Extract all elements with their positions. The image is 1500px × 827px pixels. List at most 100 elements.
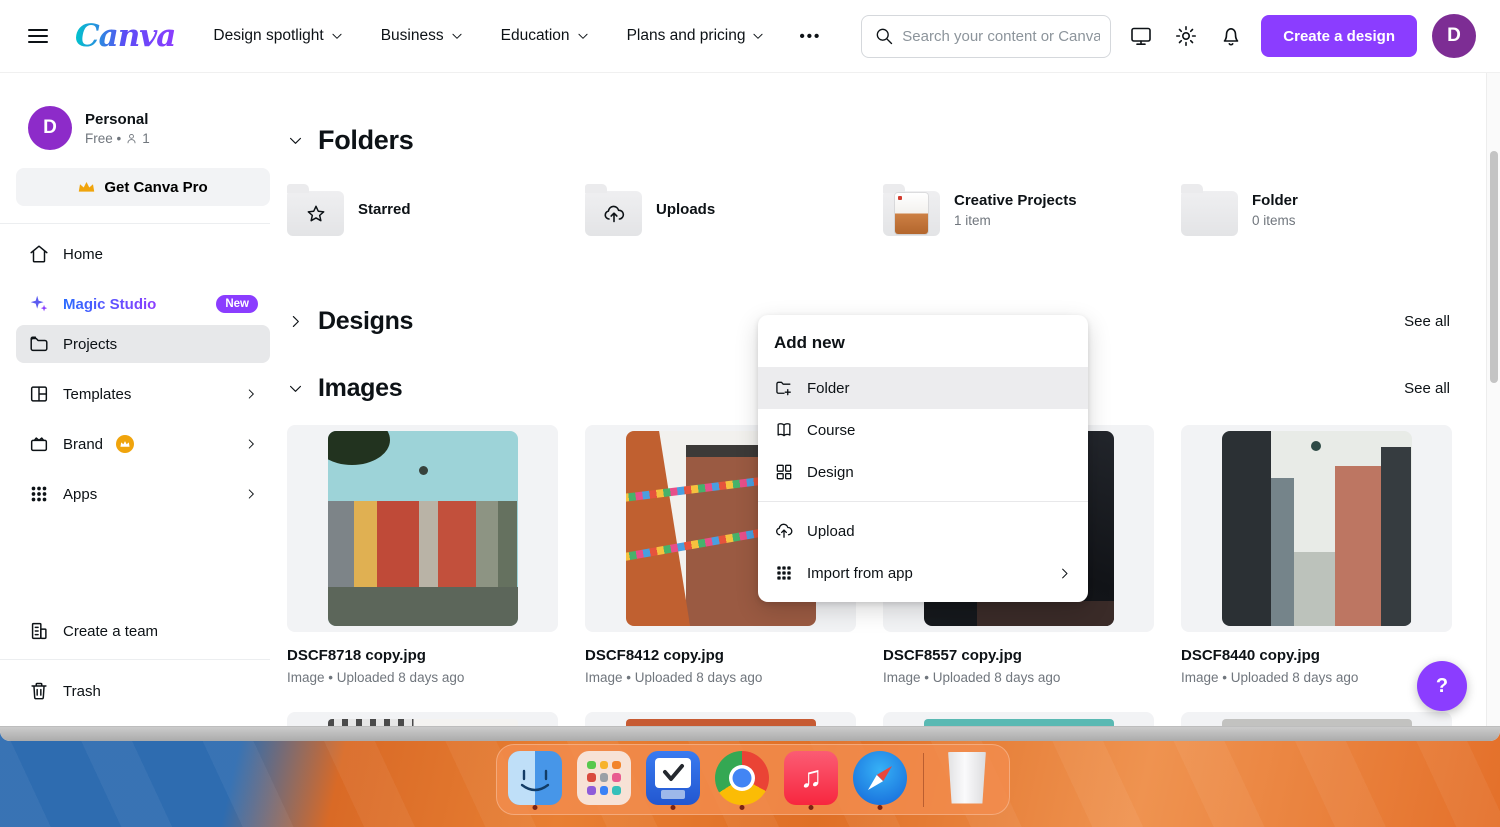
avatar: D — [28, 106, 72, 150]
folders-row: Starred Uploads Creative Projects 1 item — [287, 183, 1450, 236]
sparkles-icon — [28, 293, 50, 315]
sidebar-item-templates[interactable]: Templates — [16, 375, 270, 413]
hamburger-menu-icon[interactable] — [28, 29, 48, 43]
image-card: DSCF8440 copy.jpg Image • Uploaded 8 day… — [1181, 425, 1452, 685]
chevron-down-icon — [450, 29, 464, 43]
dots-grid-icon — [774, 563, 794, 583]
folder-creative-projects[interactable]: Creative Projects 1 item — [883, 183, 1154, 236]
search-input[interactable] — [902, 28, 1100, 45]
image-card[interactable] — [287, 712, 558, 726]
image-card[interactable] — [1181, 712, 1452, 726]
book-icon — [774, 420, 794, 440]
dock-divider — [923, 753, 924, 807]
menu-item-course[interactable]: Course — [758, 409, 1088, 451]
image-thumbnail[interactable] — [1181, 425, 1452, 632]
nav-overflow-icon[interactable]: ••• — [799, 28, 821, 45]
image-thumbnail[interactable] — [287, 425, 558, 632]
add-new-menu: Add new Folder Course Design Upload Impo… — [758, 315, 1088, 602]
dock: ♫ — [496, 744, 1010, 815]
music-icon[interactable]: ♫ — [783, 751, 839, 809]
images-see-all-link[interactable]: See all — [1404, 380, 1450, 397]
finder-icon[interactable] — [507, 751, 563, 809]
chevron-down-icon[interactable] — [287, 132, 304, 149]
account-avatar[interactable]: D — [1432, 14, 1476, 58]
chevron-down-icon — [576, 29, 590, 43]
gear-icon[interactable] — [1174, 24, 1198, 48]
brand-kit-icon — [28, 433, 50, 455]
account-switcher[interactable]: D Personal Free • 1 — [28, 106, 150, 150]
photo-narrow-street — [1222, 431, 1412, 626]
nav-education[interactable]: Education — [501, 27, 590, 45]
sidebar-item-magic-studio[interactable]: Magic Studio New — [16, 285, 270, 323]
sidebar-item-brand[interactable]: Brand — [16, 425, 270, 463]
help-button[interactable]: ? — [1417, 661, 1467, 711]
menu-item-folder[interactable]: Folder — [758, 367, 1088, 409]
top-navbar: Canva Design spotlight Business Educatio… — [0, 0, 1500, 73]
folder-generic[interactable]: Folder 0 items — [1181, 183, 1452, 236]
section-title: Folders — [318, 125, 413, 156]
star-icon — [305, 203, 327, 225]
scrollbar-thumb[interactable] — [1490, 151, 1498, 383]
bell-icon[interactable] — [1219, 24, 1243, 48]
menu-item-design[interactable]: Design — [758, 451, 1088, 493]
tasks-app-icon[interactable] — [645, 751, 701, 809]
chrome-icon[interactable] — [714, 751, 770, 809]
create-a-team-button[interactable]: Create a team — [16, 612, 270, 650]
account-plan: Free • 1 — [85, 131, 150, 146]
canva-logo[interactable]: Canva — [75, 18, 175, 54]
section-title: Designs — [318, 307, 413, 336]
folder-shape — [883, 191, 940, 236]
chevron-right-icon[interactable] — [287, 313, 304, 330]
folder-thumbnail — [895, 193, 928, 234]
apps-grid-icon — [28, 483, 50, 505]
image-meta: Image • Uploaded 8 days ago — [883, 670, 1154, 685]
sidebar-item-home[interactable]: Home — [16, 235, 270, 273]
trash-dock-icon[interactable] — [939, 751, 995, 809]
team-building-icon — [28, 620, 50, 642]
cloud-upload-icon — [602, 202, 626, 226]
launchpad-icon[interactable] — [576, 751, 632, 809]
chevron-right-icon — [1057, 566, 1072, 581]
image-filename: DSCF8718 copy.jpg — [287, 647, 558, 664]
image-card: DSCF8718 copy.jpg Image • Uploaded 8 day… — [287, 425, 558, 685]
scrollbar[interactable] — [1486, 73, 1500, 726]
image-meta: Image • Uploaded 8 days ago — [585, 670, 856, 685]
trash-icon — [28, 680, 50, 702]
folder-starred[interactable]: Starred — [287, 183, 558, 236]
folders-section-header: Folders — [287, 125, 1450, 156]
image-card[interactable] — [883, 712, 1154, 726]
chevron-down-icon[interactable] — [287, 380, 304, 397]
chevron-right-icon — [244, 487, 258, 501]
sidebar-item-projects[interactable]: Projects — [16, 325, 270, 363]
templates-icon — [28, 383, 50, 405]
browser-window: Canva Design spotlight Business Educatio… — [0, 0, 1500, 741]
folder-plus-icon — [774, 378, 794, 398]
create-a-design-button[interactable]: Create a design — [1261, 15, 1417, 57]
folder-uploads[interactable]: Uploads — [585, 183, 856, 236]
menu-item-import-from-app[interactable]: Import from app — [758, 552, 1088, 594]
nav-business[interactable]: Business — [381, 27, 464, 45]
search-bar[interactable] — [861, 15, 1111, 58]
sidebar-item-trash[interactable]: Trash — [16, 672, 270, 710]
home-icon — [28, 243, 50, 265]
nav-design-spotlight[interactable]: Design spotlight — [213, 27, 343, 45]
designs-see-all-link[interactable]: See all — [1404, 313, 1450, 330]
design-grid-icon — [774, 462, 794, 482]
image-filename: DSCF8412 copy.jpg — [585, 647, 856, 664]
window-bottom-edge — [0, 726, 1500, 741]
menu-item-upload[interactable]: Upload — [758, 510, 1088, 552]
nav-plans-pricing[interactable]: Plans and pricing — [627, 27, 766, 45]
image-card[interactable] — [585, 712, 856, 726]
sidebar-item-apps[interactable]: Apps — [16, 475, 270, 513]
safari-icon[interactable] — [852, 751, 908, 809]
menu-title: Add new — [758, 315, 1088, 367]
section-title: Images — [318, 374, 402, 403]
display-icon[interactable] — [1129, 24, 1153, 48]
next-image-row-partial — [287, 712, 1452, 726]
get-canva-pro-button[interactable]: Get Canva Pro — [16, 168, 270, 206]
menu-divider — [758, 501, 1088, 502]
navbar-icons — [1129, 24, 1243, 48]
search-icon — [874, 26, 894, 46]
image-meta: Image • Uploaded 8 days ago — [287, 670, 558, 685]
image-filename: DSCF8440 copy.jpg — [1181, 647, 1452, 664]
